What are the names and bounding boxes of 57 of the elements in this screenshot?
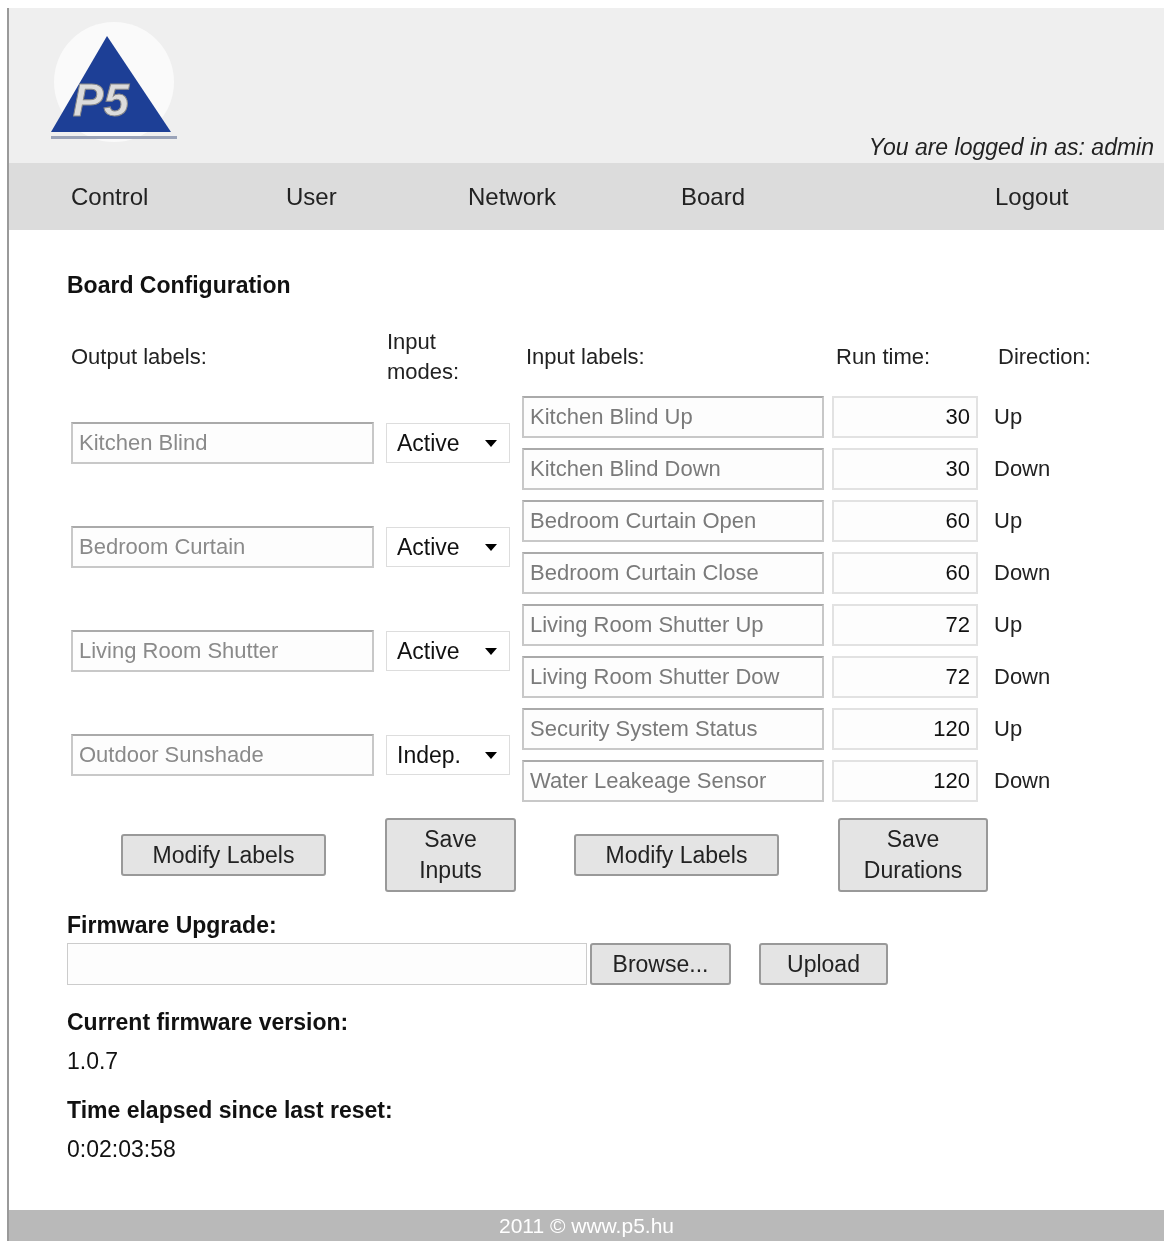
input-label-field[interactable]: Bedroom Curtain Close — [522, 552, 824, 594]
direction-text: Down — [994, 560, 1052, 586]
column-header: Input labels: — [525, 344, 646, 370]
caret-icon — [485, 439, 497, 447]
run-time-field[interactable]: 72 — [832, 656, 978, 698]
firmware-version: 1.0.7 — [67, 1048, 120, 1075]
nav-link[interactable]: Control — [71, 182, 149, 211]
direction-text: Up — [994, 404, 1024, 430]
firmware-version-label: Current firmware version: — [67, 1009, 350, 1036]
direction-text: Up — [994, 508, 1024, 534]
firmware-upgrade-label: Firmware Upgrade: — [67, 912, 278, 939]
direction-text: Up — [994, 716, 1024, 742]
browse-button[interactable]: Browse... — [590, 943, 731, 985]
run-time-field[interactable]: 30 — [832, 448, 978, 490]
direction-text: Down — [994, 664, 1052, 690]
mode-select[interactable]: Active — [386, 527, 510, 567]
nav-link[interactable]: Network — [468, 182, 557, 211]
mode-select[interactable]: Indep. — [386, 735, 510, 775]
input-label-field[interactable]: Water Leakeage Sensor — [522, 760, 824, 802]
mode-select[interactable]: Active — [386, 631, 510, 671]
modify-labels-button[interactable]: Modify Labels — [121, 834, 326, 876]
input-label-field[interactable]: Kitchen Blind Up — [522, 396, 824, 438]
upload-button[interactable]: Upload — [759, 943, 888, 985]
file-path-field[interactable] — [67, 943, 587, 985]
login-status: You are logged in as: admin — [868, 134, 1154, 161]
mode-select[interactable]: Active — [386, 423, 510, 463]
uptime-label: Time elapsed since last reset: — [67, 1097, 394, 1124]
page-title: Board Configuration — [67, 272, 292, 300]
direction-text: Down — [994, 456, 1052, 482]
column-header: Input modes: — [386, 328, 461, 386]
footer-text: 2011 © www.p5.hu — [499, 1213, 674, 1238]
column-header: Run time: — [835, 344, 932, 370]
input-label-field[interactable]: Living Room Shutter Dow — [522, 656, 824, 698]
save-inputs-button[interactable]: Save Inputs — [385, 818, 516, 892]
run-time-field[interactable]: 120 — [832, 760, 978, 802]
direction-text: Down — [994, 768, 1052, 794]
run-time-field[interactable]: 120 — [832, 708, 978, 750]
run-time-field[interactable]: 30 — [832, 396, 978, 438]
input-label-field[interactable]: Security System Status — [522, 708, 824, 750]
nav-link[interactable]: Board — [681, 182, 746, 211]
caret-icon — [485, 751, 497, 759]
uptime-value: 0:02:03:58 — [67, 1136, 177, 1163]
caret-icon — [485, 543, 497, 551]
input-label-field[interactable]: Bedroom Curtain Open — [522, 500, 824, 542]
column-header: Direction: — [997, 344, 1092, 370]
nav-link[interactable]: User — [286, 182, 337, 211]
save-durations-button[interactable]: Save Durations — [838, 818, 988, 892]
run-time-field[interactable]: 60 — [832, 552, 978, 594]
run-time-field[interactable]: 60 — [832, 500, 978, 542]
caret-icon — [485, 647, 497, 655]
input-label-field[interactable]: Kitchen Blind Down — [522, 448, 824, 490]
run-time-field[interactable]: 72 — [832, 604, 978, 646]
nav-link[interactable]: Logout — [995, 182, 1069, 211]
column-header: Output labels: — [70, 344, 208, 370]
direction-text: Up — [994, 612, 1024, 638]
modify-labels-button[interactable]: Modify Labels — [574, 834, 779, 876]
input-label-field[interactable]: Living Room Shutter Up — [522, 604, 824, 646]
